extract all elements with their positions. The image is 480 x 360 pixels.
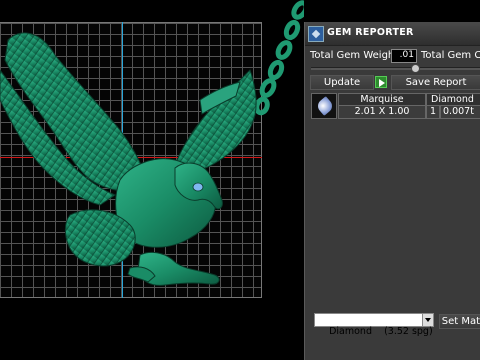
total-weight-row: Total Gem Weight .01 Total Gem Co [305,49,480,65]
play-icon[interactable] [375,76,387,88]
panel-header: GEM REPORTER [305,22,480,46]
gem-reporter-icon [308,26,324,42]
gem-table: Marquise Diamond 2.01 X 1.00 1 0.007t [311,93,480,119]
total-weight-field[interactable]: .01 [391,49,417,63]
material-select[interactable]: Diamond (3.52 spg) [314,313,434,337]
gem-quantity-cell: 1 [426,106,440,119]
total-count-label: Total Gem Co [421,50,480,61]
gem-size-cell: 2.01 X 1.00 [338,106,426,119]
total-weight-label: Total Gem Weight [310,50,399,61]
material-select-value: Diamond (3.52 spg) [329,326,433,337]
eagle-pendant-model[interactable] [0,0,304,360]
3d-viewport[interactable] [0,0,304,360]
chevron-down-icon[interactable] [422,314,433,326]
marquise-gem-icon[interactable] [311,93,337,119]
gem-weight-cell: 0.007t [440,106,480,119]
weight-slider-thumb[interactable] [411,64,420,73]
button-row: Update Save Report [305,75,480,91]
panel-title: GEM REPORTER [327,27,414,38]
eye-gem [192,182,204,192]
set-material-button[interactable]: Set Mate [439,314,480,329]
column-header-material: Diamond [426,93,480,106]
weight-slider-track[interactable] [311,67,480,70]
save-report-button[interactable]: Save Report [391,75,480,90]
gem-reporter-panel: GEM REPORTER Total Gem Weight .01 Total … [304,22,480,360]
column-header-shape: Marquise [338,93,426,106]
chain [254,0,304,116]
update-button[interactable]: Update [310,75,374,90]
